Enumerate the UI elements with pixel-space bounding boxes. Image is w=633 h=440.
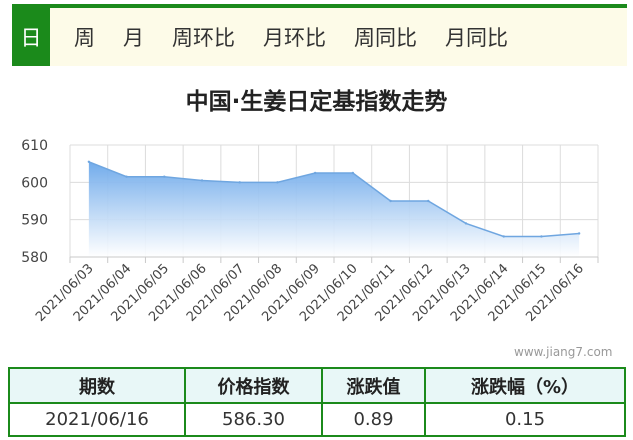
cell-price-index: 586.30 <box>184 402 323 437</box>
watermark: www.jiang7.com <box>514 345 613 359</box>
stats-row: 2021/06/16 586.30 0.89 0.15 <box>8 402 626 437</box>
data-point <box>389 199 392 203</box>
header-price-index: 价格指数 <box>184 367 323 404</box>
data-point <box>502 235 505 238</box>
cell-change: 0.89 <box>321 402 426 437</box>
stats-header-row: 期数 价格指数 涨跌值 涨跌幅（%） <box>8 367 626 404</box>
stats-table: 期数 价格指数 涨跌值 涨跌幅（%） 2021/06/16 586.30 0.8… <box>8 367 626 437</box>
data-point <box>540 235 543 238</box>
data-point <box>200 179 204 182</box>
header-period: 期数 <box>8 367 186 404</box>
data-point <box>238 181 241 184</box>
y-tick-label: 590 <box>21 213 48 229</box>
data-point <box>427 199 430 203</box>
header-change: 涨跌值 <box>321 367 426 404</box>
data-point <box>276 181 279 184</box>
cell-period: 2021/06/16 <box>8 402 186 437</box>
data-point <box>313 171 317 175</box>
index-chart: 5805906006102021/06/032021/06/042021/06/… <box>21 138 599 325</box>
data-point <box>163 175 166 178</box>
data-point <box>125 175 128 178</box>
y-tick-label: 580 <box>21 250 48 266</box>
data-point <box>351 171 355 175</box>
data-point <box>464 222 468 225</box>
y-tick-label: 600 <box>21 175 48 191</box>
data-point <box>577 232 581 235</box>
cell-change-pct: 0.15 <box>424 402 626 437</box>
y-tick-label: 610 <box>21 138 48 154</box>
header-change-pct: 涨跌幅（%） <box>424 367 626 404</box>
data-point <box>87 160 91 163</box>
